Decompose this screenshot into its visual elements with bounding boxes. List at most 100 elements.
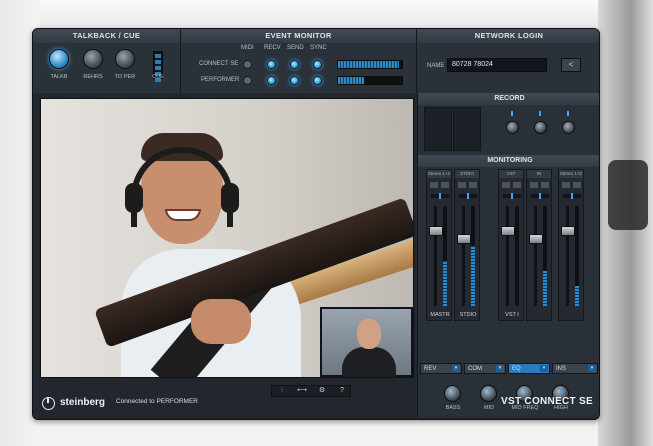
level-meter-se bbox=[337, 60, 403, 69]
gear-icon[interactable]: ⚙ bbox=[314, 386, 330, 396]
toolbar-icons: ⫶ ⟷ ⚙ ? bbox=[271, 385, 351, 397]
sync-indicator-se bbox=[313, 60, 322, 69]
pan-slider[interactable] bbox=[531, 193, 549, 199]
chevron-down-icon[interactable]: ▾ bbox=[496, 365, 504, 372]
record-knob-1[interactable] bbox=[506, 121, 519, 134]
connection-status: Connected to PERFORMER bbox=[116, 398, 199, 405]
chevron-down-icon[interactable]: ▾ bbox=[452, 365, 460, 372]
name-field[interactable]: 80728 78024 bbox=[447, 58, 547, 72]
solo-button[interactable] bbox=[469, 182, 477, 188]
self-view-body bbox=[342, 347, 396, 377]
status-bar: steinberg Connected to PERFORMER ⫶ ⟷ ⚙ ?… bbox=[33, 383, 593, 419]
pan-slider[interactable] bbox=[459, 193, 477, 199]
fader-handle[interactable] bbox=[457, 234, 471, 244]
pan-slider[interactable] bbox=[431, 193, 449, 199]
self-view-video[interactable] bbox=[320, 307, 413, 377]
pan-slider[interactable] bbox=[503, 193, 521, 199]
help-icon[interactable]: ? bbox=[334, 386, 350, 396]
background-right bbox=[598, 0, 653, 446]
product-name: VST CONNECT SE bbox=[501, 396, 593, 407]
mid-label: MID bbox=[483, 405, 495, 411]
row-connect-se: CONNECT SE bbox=[199, 61, 239, 67]
talkback-title: TALKBACK / CUE bbox=[33, 29, 180, 43]
level-meter-perf bbox=[337, 76, 403, 85]
chevron-down-icon[interactable]: ▾ bbox=[588, 365, 596, 372]
name-label: NAME bbox=[427, 63, 445, 69]
event-monitor-title: EVENT MONITOR bbox=[181, 29, 416, 43]
mute-button[interactable] bbox=[430, 182, 438, 188]
record-title: RECORD bbox=[418, 93, 599, 105]
mute-button[interactable] bbox=[458, 182, 466, 188]
col-send: SEND bbox=[287, 45, 304, 51]
pan-slider[interactable] bbox=[563, 193, 581, 199]
right-panel: RECORD MONITORING Stereo 1+2 MASTR STDIO ST… bbox=[417, 93, 599, 383]
solo-button[interactable] bbox=[573, 182, 581, 188]
talkback-section: TALKBACK / CUE TALKB REHRS TO PER CUE bbox=[33, 29, 181, 93]
channel-strip: IN bbox=[526, 169, 552, 321]
channel-meter bbox=[471, 206, 475, 306]
recv-indicator-perf bbox=[267, 76, 276, 85]
mute-button[interactable] bbox=[502, 182, 510, 188]
background-top bbox=[0, 0, 653, 28]
talkback-label: TALKB bbox=[50, 74, 68, 80]
mute-button[interactable] bbox=[562, 182, 570, 188]
strip-header: STDIO bbox=[455, 170, 479, 178]
channel-meter bbox=[443, 206, 447, 306]
strip-name: MASTR bbox=[430, 312, 450, 318]
fader-handle[interactable] bbox=[429, 226, 443, 236]
network-title: NETWORK LOGIN bbox=[417, 29, 599, 43]
mute-button[interactable] bbox=[530, 182, 538, 188]
tab-eq[interactable]: EQ ▾ bbox=[508, 363, 550, 374]
col-midi: MIDI bbox=[241, 45, 254, 51]
chevron-down-icon[interactable]: ▾ bbox=[540, 365, 548, 372]
record-knob-3[interactable] bbox=[562, 121, 575, 134]
cue-label: CUE bbox=[152, 74, 164, 80]
recv-indicator-se bbox=[267, 60, 276, 69]
solo-button[interactable] bbox=[441, 182, 449, 188]
fit-icon[interactable]: ⟷ bbox=[294, 386, 310, 396]
talkback-button[interactable] bbox=[49, 49, 69, 69]
fader-track bbox=[434, 206, 437, 306]
steinberg-logo-icon bbox=[42, 397, 55, 410]
record-knob-2[interactable] bbox=[534, 121, 547, 134]
fader-handle[interactable] bbox=[561, 226, 575, 236]
tab-ins[interactable]: INS ▾ bbox=[552, 363, 598, 374]
channel-meter bbox=[515, 206, 519, 306]
fx-tabs: REV ▾ COM ▾ EQ ▾ INS ▾ bbox=[418, 363, 599, 375]
solo-button[interactable] bbox=[513, 182, 521, 188]
vst-connect-window: TALKBACK / CUE TALKB REHRS TO PER CUE EV… bbox=[32, 28, 600, 420]
tab-eq-label: EQ bbox=[512, 366, 521, 372]
steinberg-logo: steinberg bbox=[60, 397, 106, 408]
col-sync: SYNC bbox=[310, 45, 327, 51]
share-icon[interactable]: < bbox=[561, 58, 581, 72]
record-knob-2-tick bbox=[539, 111, 541, 116]
record-knob-1-tick bbox=[511, 111, 513, 116]
channel-strip: VST VST I bbox=[498, 169, 524, 321]
strip-name: VST I bbox=[505, 312, 519, 318]
solo-button[interactable] bbox=[541, 182, 549, 188]
midi-indicator-perf bbox=[243, 76, 252, 85]
self-view-head bbox=[357, 319, 381, 349]
background-object bbox=[608, 160, 648, 230]
strip-header: IN bbox=[527, 170, 551, 178]
to-performer-button[interactable] bbox=[115, 49, 135, 69]
bass-knob[interactable] bbox=[444, 385, 461, 402]
mixer-icon[interactable]: ⫶ bbox=[274, 386, 290, 396]
bass-label: BASS bbox=[445, 405, 461, 411]
to-performer-label: TO PER bbox=[114, 74, 136, 80]
tab-com[interactable]: COM ▾ bbox=[464, 363, 506, 374]
channel-meter bbox=[543, 206, 547, 306]
fader-handle[interactable] bbox=[501, 226, 515, 236]
event-monitor-section: EVENT MONITOR MIDI RECV SEND SYNC CONNEC… bbox=[181, 29, 417, 93]
tab-rev[interactable]: REV ▾ bbox=[420, 363, 462, 374]
record-slot-2[interactable] bbox=[453, 107, 481, 151]
tab-ins-label: INS bbox=[556, 366, 567, 372]
top-bar: TALKBACK / CUE TALKB REHRS TO PER CUE EV… bbox=[33, 29, 599, 93]
record-slot-1[interactable] bbox=[424, 107, 452, 151]
col-recv: RECV bbox=[264, 45, 281, 51]
fader-handle[interactable] bbox=[529, 234, 543, 244]
rehearsal-button[interactable] bbox=[83, 49, 103, 69]
video-feed bbox=[40, 98, 414, 378]
mid-knob[interactable] bbox=[480, 385, 497, 402]
channel-meter bbox=[575, 206, 579, 306]
